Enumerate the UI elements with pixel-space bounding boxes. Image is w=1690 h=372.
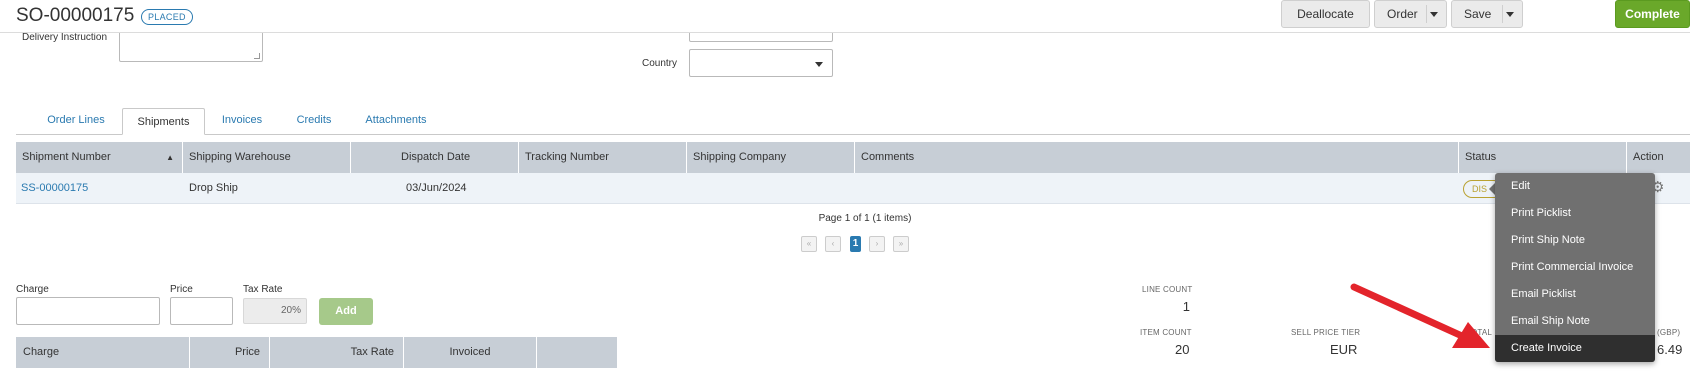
tax-rate-input[interactable]: 20% [243,298,307,324]
save-divider [1502,5,1503,23]
column-header-status[interactable]: Status [1459,142,1627,173]
caret-down-icon[interactable] [1430,12,1438,17]
menu-item-print-ship-note[interactable]: Print Ship Note [1495,227,1655,254]
pager-prev-button[interactable]: ‹ [825,236,841,252]
tab-attachments[interactable]: Attachments [360,107,432,135]
tab-order-lines[interactable]: Order Lines [38,107,114,135]
shipment-number-link[interactable]: SS-00000175 [21,173,88,204]
item-count-label: ITEM COUNT [1140,328,1192,337]
column-header-shipping-company[interactable]: Shipping Company [687,142,855,173]
warehouse-cell: Drop Ship [189,182,238,194]
header-bar: SO-00000175 PLACED Deallocate Order Save… [0,0,1690,33]
column-header-tracking-number[interactable]: Tracking Number [519,142,687,173]
page-title: SO-00000175 [16,5,135,26]
pager-last-button[interactable]: » [893,236,909,252]
column-header-comments[interactable]: Comments [855,142,1459,173]
price-label: Price [170,284,193,295]
column-header-shipping-warehouse[interactable]: Shipping Warehouse [183,142,351,173]
pager-first-button[interactable]: « [801,236,817,252]
menu-item-print-picklist[interactable]: Print Picklist [1495,200,1655,227]
total-value: 6.49 [1657,342,1683,357]
complete-button[interactable]: Complete [1615,0,1690,28]
caret-down-icon [815,62,823,67]
column-header-dispatch-date[interactable]: Dispatch Date [351,142,519,173]
menu-item-print-commercial-invoice[interactable]: Print Commercial Invoice [1495,254,1655,281]
annotation-arrow-icon [1350,283,1490,348]
caret-down-icon[interactable] [1506,12,1514,17]
column-header-charge[interactable]: Charge [16,337,190,368]
column-header-price[interactable]: Price [190,337,270,368]
sort-asc-icon[interactable]: ▲ [166,142,174,173]
price-input[interactable] [170,297,233,325]
country-label: Country [642,58,678,69]
save-label: Save [1464,7,1492,21]
menu-item-create-invoice[interactable]: Create Invoice [1495,335,1655,362]
column-header-tax-rate[interactable]: Tax Rate [270,337,404,368]
order-divider [1426,5,1427,23]
tab-credits[interactable]: Credits [288,107,340,135]
menu-item-email-picklist[interactable]: Email Picklist [1495,281,1655,308]
table-row[interactable] [16,173,1690,204]
order-label: Order [1387,7,1418,21]
column-header-shipment-number[interactable]: Shipment Number ▲ [16,142,183,173]
charge-input[interactable] [16,297,160,325]
resize-grip-icon[interactable] [254,53,260,59]
add-charge-button[interactable]: Add [319,298,373,325]
delivery-instruction-label: Delivery Instruction [22,32,108,43]
item-count-value: 20 [1175,342,1190,357]
order-button[interactable]: Order [1374,0,1447,28]
charge-label: Charge [16,284,49,295]
country-select[interactable] [689,49,833,77]
column-header-label: Shipment Number [22,151,111,163]
line-count-label: LINE COUNT [1142,285,1193,294]
save-button[interactable]: Save [1451,0,1523,28]
pager-current-page[interactable]: 1 [850,236,861,252]
column-header-extra [537,337,617,368]
menu-item-email-ship-note[interactable]: Email Ship Note [1495,308,1655,335]
tax-rate-label: Tax Rate [243,284,283,295]
action-menu: Edit Print Picklist Print Ship Note Prin… [1495,173,1655,362]
tab-shipments[interactable]: Shipments [122,108,205,135]
pager-summary: Page 1 of 1 (1 items) [818,213,912,224]
pager-next-button[interactable]: › [869,236,885,252]
line-count-value: 1 [1182,299,1190,314]
dispatch-date-cell: 03/Jun/2024 [406,182,467,194]
column-header-invoiced[interactable]: Invoiced [404,337,537,368]
total-currency-label: (GBP) [1657,328,1681,337]
status-badge: PLACED [141,9,193,25]
tab-invoices[interactable]: Invoices [213,107,271,135]
column-header-action: Action [1627,142,1690,173]
deallocate-button[interactable]: Deallocate [1281,0,1370,28]
deallocate-label: Deallocate [1297,7,1354,21]
menu-item-edit[interactable]: Edit [1495,173,1655,200]
